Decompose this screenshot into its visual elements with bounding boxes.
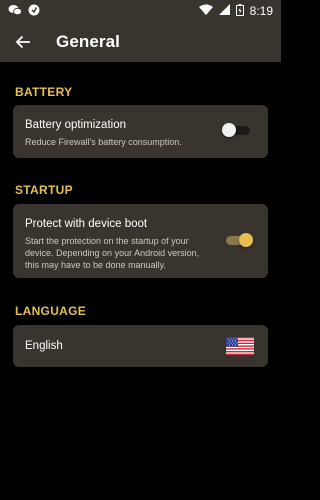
wechat-icon: [8, 4, 22, 19]
description-line: this may have to be done manually.: [25, 260, 166, 270]
battery-optimization-title: Battery optimization: [25, 119, 126, 131]
back-button[interactable]: [3, 22, 43, 62]
us-flag-icon: [226, 337, 254, 355]
section-title-language: LANGUAGE: [15, 304, 87, 318]
battery-optimization-description: Reduce Firewall's battery consumption.: [25, 137, 182, 147]
protect-device-boot-setting[interactable]: Protect with device boot Start the prote…: [13, 204, 268, 278]
language-current: English: [25, 340, 63, 352]
status-time: 8:19: [249, 4, 273, 18]
shield-status-icon: [28, 4, 40, 19]
toggle-thumb: [222, 123, 236, 137]
protect-device-boot-description: Start the protection on the startup of y…: [25, 235, 199, 271]
app-bar: General: [0, 22, 281, 62]
arrow-back-icon: [15, 35, 30, 49]
status-bar: 8:19: [0, 0, 281, 22]
section-title-startup: STARTUP: [15, 183, 73, 197]
battery-optimization-toggle[interactable]: [222, 122, 252, 138]
language-setting[interactable]: English: [13, 325, 268, 367]
battery-optimization-setting[interactable]: Battery optimization Reduce Firewall's b…: [13, 105, 268, 158]
section-title-battery: BATTERY: [15, 85, 73, 99]
protect-device-boot-title: Protect with device boot: [25, 218, 148, 230]
toggle-thumb: [239, 233, 253, 247]
description-line: device. Depending on your Android versio…: [25, 248, 200, 258]
description-line: Start the protection on the startup of y…: [25, 236, 189, 246]
protect-device-boot-toggle[interactable]: [226, 232, 256, 248]
battery-icon: [235, 3, 244, 19]
page-title: General: [56, 32, 121, 51]
wifi-icon: [198, 4, 213, 18]
signal-icon: [218, 4, 230, 18]
